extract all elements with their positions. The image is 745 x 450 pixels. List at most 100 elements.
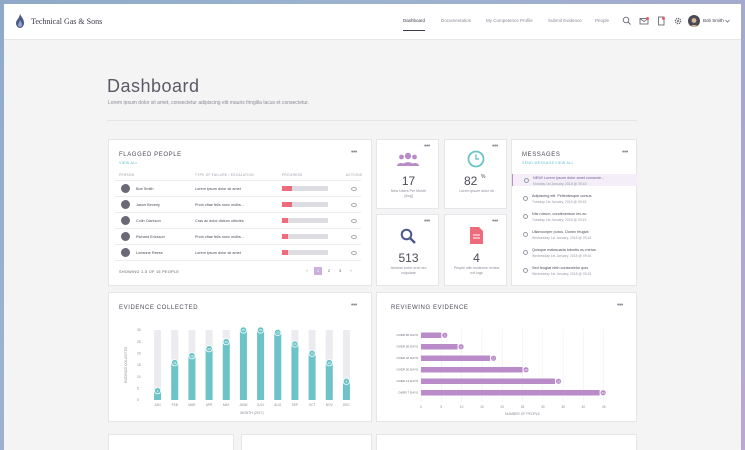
user-name[interactable]: Bob Smith (703, 18, 724, 23)
message-title: Quisque malesuada lobortis eu metus (532, 248, 596, 252)
bar-row (421, 367, 523, 373)
send-message-link[interactable]: SEND MESSAGE (522, 161, 554, 165)
brand-name[interactable]: Technical Gas & Sons (31, 17, 102, 26)
y-tick-label: OVER 30 DAYS (397, 368, 418, 372)
avatar (121, 184, 130, 193)
y-tick-label: OVER 14 DAYS (397, 379, 418, 383)
view-eye-icon[interactable] (351, 187, 357, 191)
gear-icon[interactable] (673, 16, 683, 26)
page-2[interactable]: 2 (325, 267, 333, 275)
nav-competence-profile[interactable]: My Competence Profile (486, 18, 533, 23)
failure-type: Cras ac dolor dictum ultricies (195, 219, 244, 223)
page-prev[interactable]: ‹ (303, 267, 311, 275)
x-tick-label: JULY (257, 403, 265, 407)
page-next[interactable]: › (347, 267, 355, 275)
bar-row (421, 344, 458, 350)
y-tick-label: 10 (137, 375, 141, 379)
view-eye-icon[interactable] (351, 251, 357, 255)
stat-more-button[interactable]: ••• (424, 143, 430, 150)
view-eye-icon[interactable] (351, 235, 357, 239)
flagged-view-all-link[interactable]: VIEW ALL (119, 161, 138, 165)
data-label: 16 (173, 361, 177, 365)
nav-dashboard[interactable]: Dashboard (403, 18, 425, 23)
search-icon[interactable] (622, 16, 632, 26)
nav-people[interactable]: People (595, 18, 609, 23)
data-label: 25 (225, 340, 229, 344)
y-tick-label: OVER 7 DAYS (398, 391, 418, 395)
message-date: Wednesday 1st January, 2018 @ 09:15 (532, 254, 592, 258)
stat-label: People with evidence review not logs (453, 266, 500, 275)
message-item[interactable]: Sed feugiat nibh consectetur quis Wednesd… (512, 264, 638, 276)
radio-circle-icon (523, 232, 528, 237)
nav-documentation[interactable]: Documentation (441, 18, 471, 23)
person-name[interactable]: Jason Beverly (136, 203, 160, 207)
messages-view-all-link[interactable]: VIEW ALL (555, 161, 574, 165)
stat-value: 4 (473, 251, 480, 265)
evidence-collected-card: EVIDENCE COLLECTED ••• 0 5 10 15 20 25 30 EVIDE… (108, 292, 372, 422)
message-title: Nisi rutrum, condimentum leo ac (532, 212, 587, 216)
bottom-card-1 (108, 434, 234, 450)
table-row[interactable]: Bob Smith Lorem ipsum dolor sit amet (109, 182, 371, 196)
person-name[interactable]: Lorianne Reese (136, 251, 163, 255)
message-date: Monday 1st January, 2018 @ 09:15 (533, 182, 587, 186)
person-name[interactable]: Colin Clarkson (136, 219, 161, 223)
message-date: Wednesday 1st January, 2018 @ 09:15 (532, 272, 592, 276)
document-alert-dot (662, 17, 665, 20)
title-divider (107, 120, 637, 121)
page-1[interactable]: 1 (314, 267, 322, 275)
avatar (121, 200, 130, 209)
stat-more-button[interactable]: ••• (424, 218, 430, 225)
message-date: Wednesday 1st January, 2018 @ 09:15 (532, 236, 592, 240)
stat-more-button[interactable]: ••• (492, 143, 498, 150)
avatar (121, 216, 130, 225)
stat-label: New Users Per Month [Avg] (390, 189, 427, 198)
user-avatar[interactable] (688, 15, 700, 27)
table-row[interactable]: Richard Ericsson Proin vitae felis nunc m… (109, 230, 371, 244)
mail-unread-icon (524, 178, 529, 183)
message-item[interactable]: NEW! Lorem ipsum dolor amet consecte... M… (512, 174, 638, 186)
messages-more-button[interactable]: ••• (622, 149, 628, 156)
x-axis-label: NUMBER OF PEOPLE (505, 412, 541, 416)
reviewing-bar-chart: 0 5 10 15 20 25 30 35 40 45OVER 60 DAYS 5OVER 50 D… (397, 329, 607, 416)
data-label: 33 (557, 379, 561, 383)
message-title: Adipiscing elit. Pellentesque cursus (532, 194, 592, 198)
x-tick-label: 10 (460, 405, 464, 409)
y-tick-label: 25 (137, 340, 141, 344)
data-label: 16 (328, 361, 332, 365)
stat-value: 17 (401, 174, 416, 188)
stat-unit: % (481, 174, 486, 180)
message-item[interactable]: Adipiscing elit. Pellentesque cursus Tues… (512, 192, 638, 204)
radio-circle-icon (523, 196, 528, 201)
x-tick-label: MAY (223, 403, 231, 407)
flame-logo-icon[interactable] (14, 13, 26, 29)
nav-submit-evidence[interactable]: Submit Evidence (548, 18, 582, 23)
failure-type: Lorem ipsum dolor sit amet (195, 251, 241, 255)
view-eye-icon[interactable] (351, 203, 357, 207)
stat-more-button[interactable]: ••• (492, 218, 498, 225)
table-row[interactable]: Jason Beverly Proin vitae felis nunc moll… (109, 198, 371, 212)
data-label: 29 (276, 330, 280, 334)
nav-active-indicator (403, 30, 425, 31)
page-3[interactable]: 3 (336, 267, 344, 275)
row-divider (115, 260, 361, 261)
flagged-more-button[interactable]: ••• (351, 149, 357, 156)
message-item[interactable]: Quisque malesuada lobortis eu metus Wedne… (512, 246, 638, 258)
table-row[interactable]: Lorianne Reese Lorem ipsum dolor sit amet (109, 246, 371, 260)
progress-fill (282, 234, 288, 239)
x-tick-label: DEC (343, 403, 350, 407)
view-eye-icon[interactable] (351, 219, 357, 223)
messages-title: MESSAGES (522, 152, 561, 158)
radio-circle-icon (523, 214, 528, 219)
chevron-down-icon[interactable] (725, 19, 730, 23)
flagged-footer: SHOWING 1-5 OF 15 PEOPLE (119, 270, 180, 274)
message-item[interactable]: Ullamcorper purus. Donec feugiat Wednesda… (512, 228, 638, 240)
table-row[interactable]: Colin Clarkson Cras ac dolor dictum ultri… (109, 214, 371, 228)
x-tick-label: 35 (561, 405, 565, 409)
data-label: 19 (190, 354, 194, 358)
data-label: 30 (259, 328, 263, 332)
flagged-title: FLAGGED PEOPLE (119, 152, 182, 158)
message-item[interactable]: Nisi rutrum, condimentum leo ac Tuesday 1… (512, 210, 638, 222)
person-name[interactable]: Bob Smith (136, 187, 154, 191)
bar-row (421, 355, 491, 361)
person-name[interactable]: Richard Ericsson (136, 235, 165, 239)
